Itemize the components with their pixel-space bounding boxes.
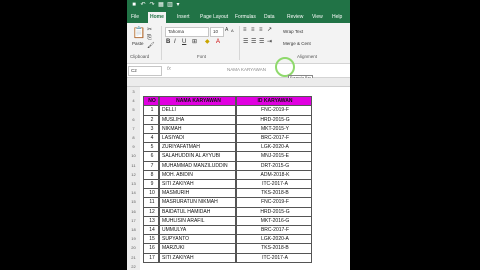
cell-id[interactable]: ITC-2017-A <box>236 252 312 263</box>
tab-review[interactable]: Review <box>285 11 305 23</box>
row-number[interactable]: 9 <box>127 142 140 152</box>
italic-button[interactable]: I <box>174 39 176 46</box>
row-number[interactable]: 15 <box>127 197 140 207</box>
divider <box>239 26 240 60</box>
tab-home[interactable]: Home <box>148 12 166 23</box>
ribbon-tabs: File Home Insert Page Layout Formulas Da… <box>127 11 350 23</box>
copy-icon[interactable]: ⎘ <box>147 35 152 42</box>
row-number[interactable]: 17 <box>127 215 140 225</box>
alignment-group-label: Alignment <box>297 54 318 59</box>
bold-button[interactable]: B <box>166 39 170 46</box>
row-number[interactable]: 5 <box>127 105 140 115</box>
align-bottom-icon[interactable]: ≡ <box>259 27 263 34</box>
cursor-highlight-icon <box>275 57 295 77</box>
row-number[interactable]: 21 <box>127 252 140 262</box>
tab-data[interactable]: Data <box>262 11 277 23</box>
row-number[interactable]: 18 <box>127 225 140 235</box>
fill-color-icon[interactable]: ◆ <box>205 39 210 46</box>
row-number[interactable]: 19 <box>127 234 140 244</box>
fx-icon[interactable]: fx <box>167 66 171 72</box>
borders-icon[interactable]: ⊞ <box>192 39 197 46</box>
customize-icon[interactable]: ▾ <box>175 2 181 8</box>
cut-icon[interactable]: ✂ <box>147 27 152 34</box>
underline-button[interactable]: U <box>182 39 186 46</box>
row-number[interactable]: 13 <box>127 179 140 189</box>
title-bar: ■ ↶ ↷ ▦ ▥ ▾ <box>127 0 350 11</box>
wrap-text-button[interactable]: Wrap Text <box>283 29 303 34</box>
font-group-label: Font <box>197 54 207 59</box>
save-icon[interactable]: ■ <box>131 2 137 8</box>
spreadsheet-grid[interactable]: 3 4 5 6 7 8 9 10 11 12 13 14 15 16 17 18 19 20 21 22 NO NAMA … <box>127 87 350 270</box>
tab-file[interactable]: File <box>129 11 141 23</box>
align-top-icon[interactable]: ≡ <box>243 27 247 34</box>
cell-no[interactable]: 17 <box>143 252 159 263</box>
tab-formulas[interactable]: Formulas <box>233 11 258 23</box>
chart-icon[interactable]: ▥ <box>167 2 173 8</box>
undo-icon[interactable]: ↶ <box>140 2 146 8</box>
row-number[interactable]: 3 <box>127 87 140 97</box>
clipboard-group-label: Clipboard <box>130 54 150 59</box>
paste-button[interactable]: Paste <box>132 41 144 46</box>
redo-icon[interactable]: ↷ <box>149 2 155 8</box>
increase-font-icon[interactable]: A <box>225 27 228 34</box>
table-icon[interactable]: ▦ <box>158 2 164 8</box>
excel-window: ■ ↶ ↷ ▦ ▥ ▾ File Home Insert Page Layout… <box>127 0 350 270</box>
font-name-select[interactable]: Tahoma <box>165 27 209 37</box>
name-box[interactable]: C2 <box>128 66 162 76</box>
formula-input[interactable]: NAMA KARYAWAN <box>227 67 266 72</box>
format-painter-icon[interactable]: 🖌 <box>147 43 155 50</box>
column-headers <box>127 78 350 87</box>
row-number[interactable]: 20 <box>127 243 140 253</box>
row-number[interactable]: 16 <box>127 206 140 216</box>
cell-name[interactable]: SITI ZAKIYAH <box>159 252 236 263</box>
tab-view[interactable]: View <box>310 11 325 23</box>
tab-insert[interactable]: Insert <box>175 11 192 23</box>
row-number[interactable]: 22 <box>127 261 140 270</box>
row-number[interactable]: 14 <box>127 188 140 198</box>
ribbon: 📋 Paste ✂ ⎘ 🖌 Clipboard Tahoma 10 A A B … <box>127 23 350 64</box>
tab-page-layout[interactable]: Page Layout <box>198 11 230 23</box>
tab-help[interactable]: Help <box>330 11 344 23</box>
font-color-icon[interactable]: A <box>216 39 220 46</box>
merge-center-button[interactable]: Merge & Cent <box>283 41 311 46</box>
formula-bar: C2 fx NAMA KARYAWAN <box>127 64 350 78</box>
align-right-icon[interactable]: ☰ <box>259 39 264 46</box>
align-center-icon[interactable]: ☰ <box>251 39 256 46</box>
paste-icon[interactable]: 📋 <box>132 27 146 39</box>
orientation-icon[interactable]: ↗ <box>267 27 272 34</box>
row-number[interactable]: 8 <box>127 133 140 143</box>
divider <box>161 26 162 60</box>
row-number[interactable]: 11 <box>127 160 140 170</box>
align-middle-icon[interactable]: ≡ <box>251 27 255 34</box>
row-number[interactable]: 4 <box>127 96 140 106</box>
row-number[interactable]: 12 <box>127 169 140 179</box>
align-left-icon[interactable]: ☰ <box>243 39 248 46</box>
row-number[interactable]: 10 <box>127 151 140 161</box>
row-number[interactable]: 7 <box>127 123 140 133</box>
font-size-select[interactable]: 10 <box>210 27 224 37</box>
row-number[interactable]: 6 <box>127 114 140 124</box>
decrease-font-icon[interactable]: A <box>231 27 234 34</box>
indent-icon[interactable]: ⇥ <box>267 39 272 46</box>
